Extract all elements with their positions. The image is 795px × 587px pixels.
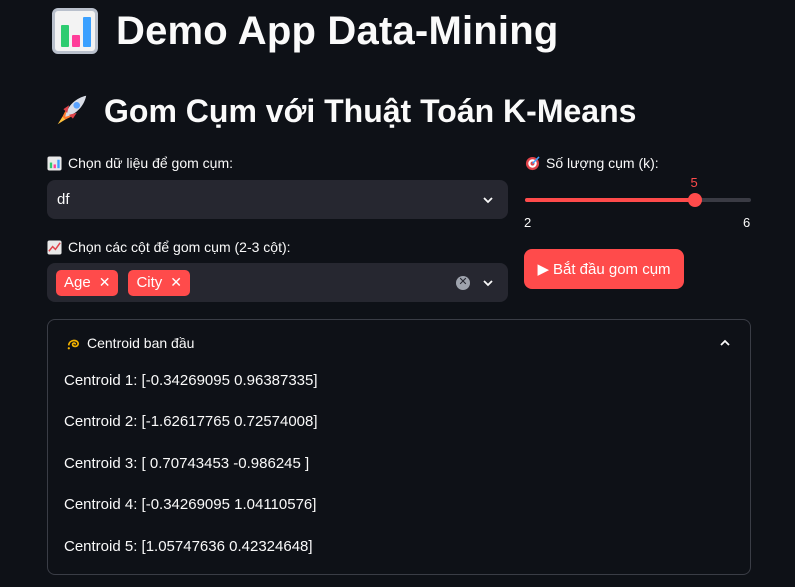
line-chart-icon [47,239,62,255]
chevron-down-icon[interactable] [482,194,494,206]
start-clustering-button[interactable]: ▶ Bắt đầu gom cụm [524,249,684,289]
chevron-down-icon[interactable] [482,277,494,289]
slider-thumb[interactable] [687,193,702,207]
columns-select-label-text: Chọn các cột để gom cụm (2-3 cột): [68,239,291,255]
slider-fill [525,198,695,202]
columns-select-label: Chọn các cột để gom cụm (2-3 cột): [47,239,291,255]
centroid-line: Centroid 2: [-1.62617765 0.72574008] [64,413,318,430]
slider-label: Số lượng cụm (k): [525,155,659,171]
tag-city[interactable]: City ✕ [128,269,191,296]
slider-label-text: Số lượng cụm (k): [546,155,659,171]
slider-max: 6 [743,215,751,230]
expander-header[interactable]: Centroid ban đầu [66,335,194,351]
slider-min: 2 [524,215,532,230]
chevron-up-icon[interactable] [718,336,732,350]
app-title-text: Demo App Data-Mining [116,8,559,53]
play-icon: ▶ [537,261,549,278]
centroid-line: Centroid 1: [-0.34269095 0.96387335] [64,372,318,389]
slider-value: 5 [690,175,698,190]
bar-chart-icon [47,155,62,171]
centroid-expander: Centroid ban đầu Centroid 1: [-0.3426909… [47,319,751,575]
start-button-label: Bắt đầu gom cụm [552,260,671,278]
k-slider[interactable] [525,193,751,207]
app-title: Demo App Data-Mining [52,8,559,54]
data-select[interactable]: df [47,180,508,219]
tag-age[interactable]: Age ✕ [56,269,119,296]
tag-label: Age [64,274,91,291]
dizzy-icon [67,339,80,349]
tag-list: Age ✕ City ✕ [47,269,191,296]
section-title: Gom Cụm với Thuật Toán K-Means [104,92,637,129]
centroid-line: Centroid 5: [1.05747636 0.42324648] [64,538,313,555]
clear-all-icon[interactable]: ✕ [456,275,470,290]
data-select-label: Chọn dữ liệu để gom cụm: [47,155,233,171]
tag-label: City [136,274,163,291]
target-icon [525,155,540,170]
centroid-line: Centroid 4: [-0.34269095 1.04110576] [64,496,317,513]
expander-title: Centroid ban đầu [87,335,195,351]
bar-chart-icon [52,8,98,54]
section-header: Gom Cụm với Thuật Toán K-Means [52,92,636,130]
data-select-label-text: Chọn dữ liệu để gom cụm: [68,155,234,171]
data-select-value: df [57,191,70,208]
centroid-line: Centroid 3: [ 0.70743453 -0.986245 ] [64,455,310,472]
remove-tag-icon[interactable]: ✕ [99,274,111,291]
rocket-icon [57,95,87,125]
columns-multiselect[interactable]: Age ✕ City ✕ ✕ [47,263,508,302]
remove-tag-icon[interactable]: ✕ [170,274,182,291]
